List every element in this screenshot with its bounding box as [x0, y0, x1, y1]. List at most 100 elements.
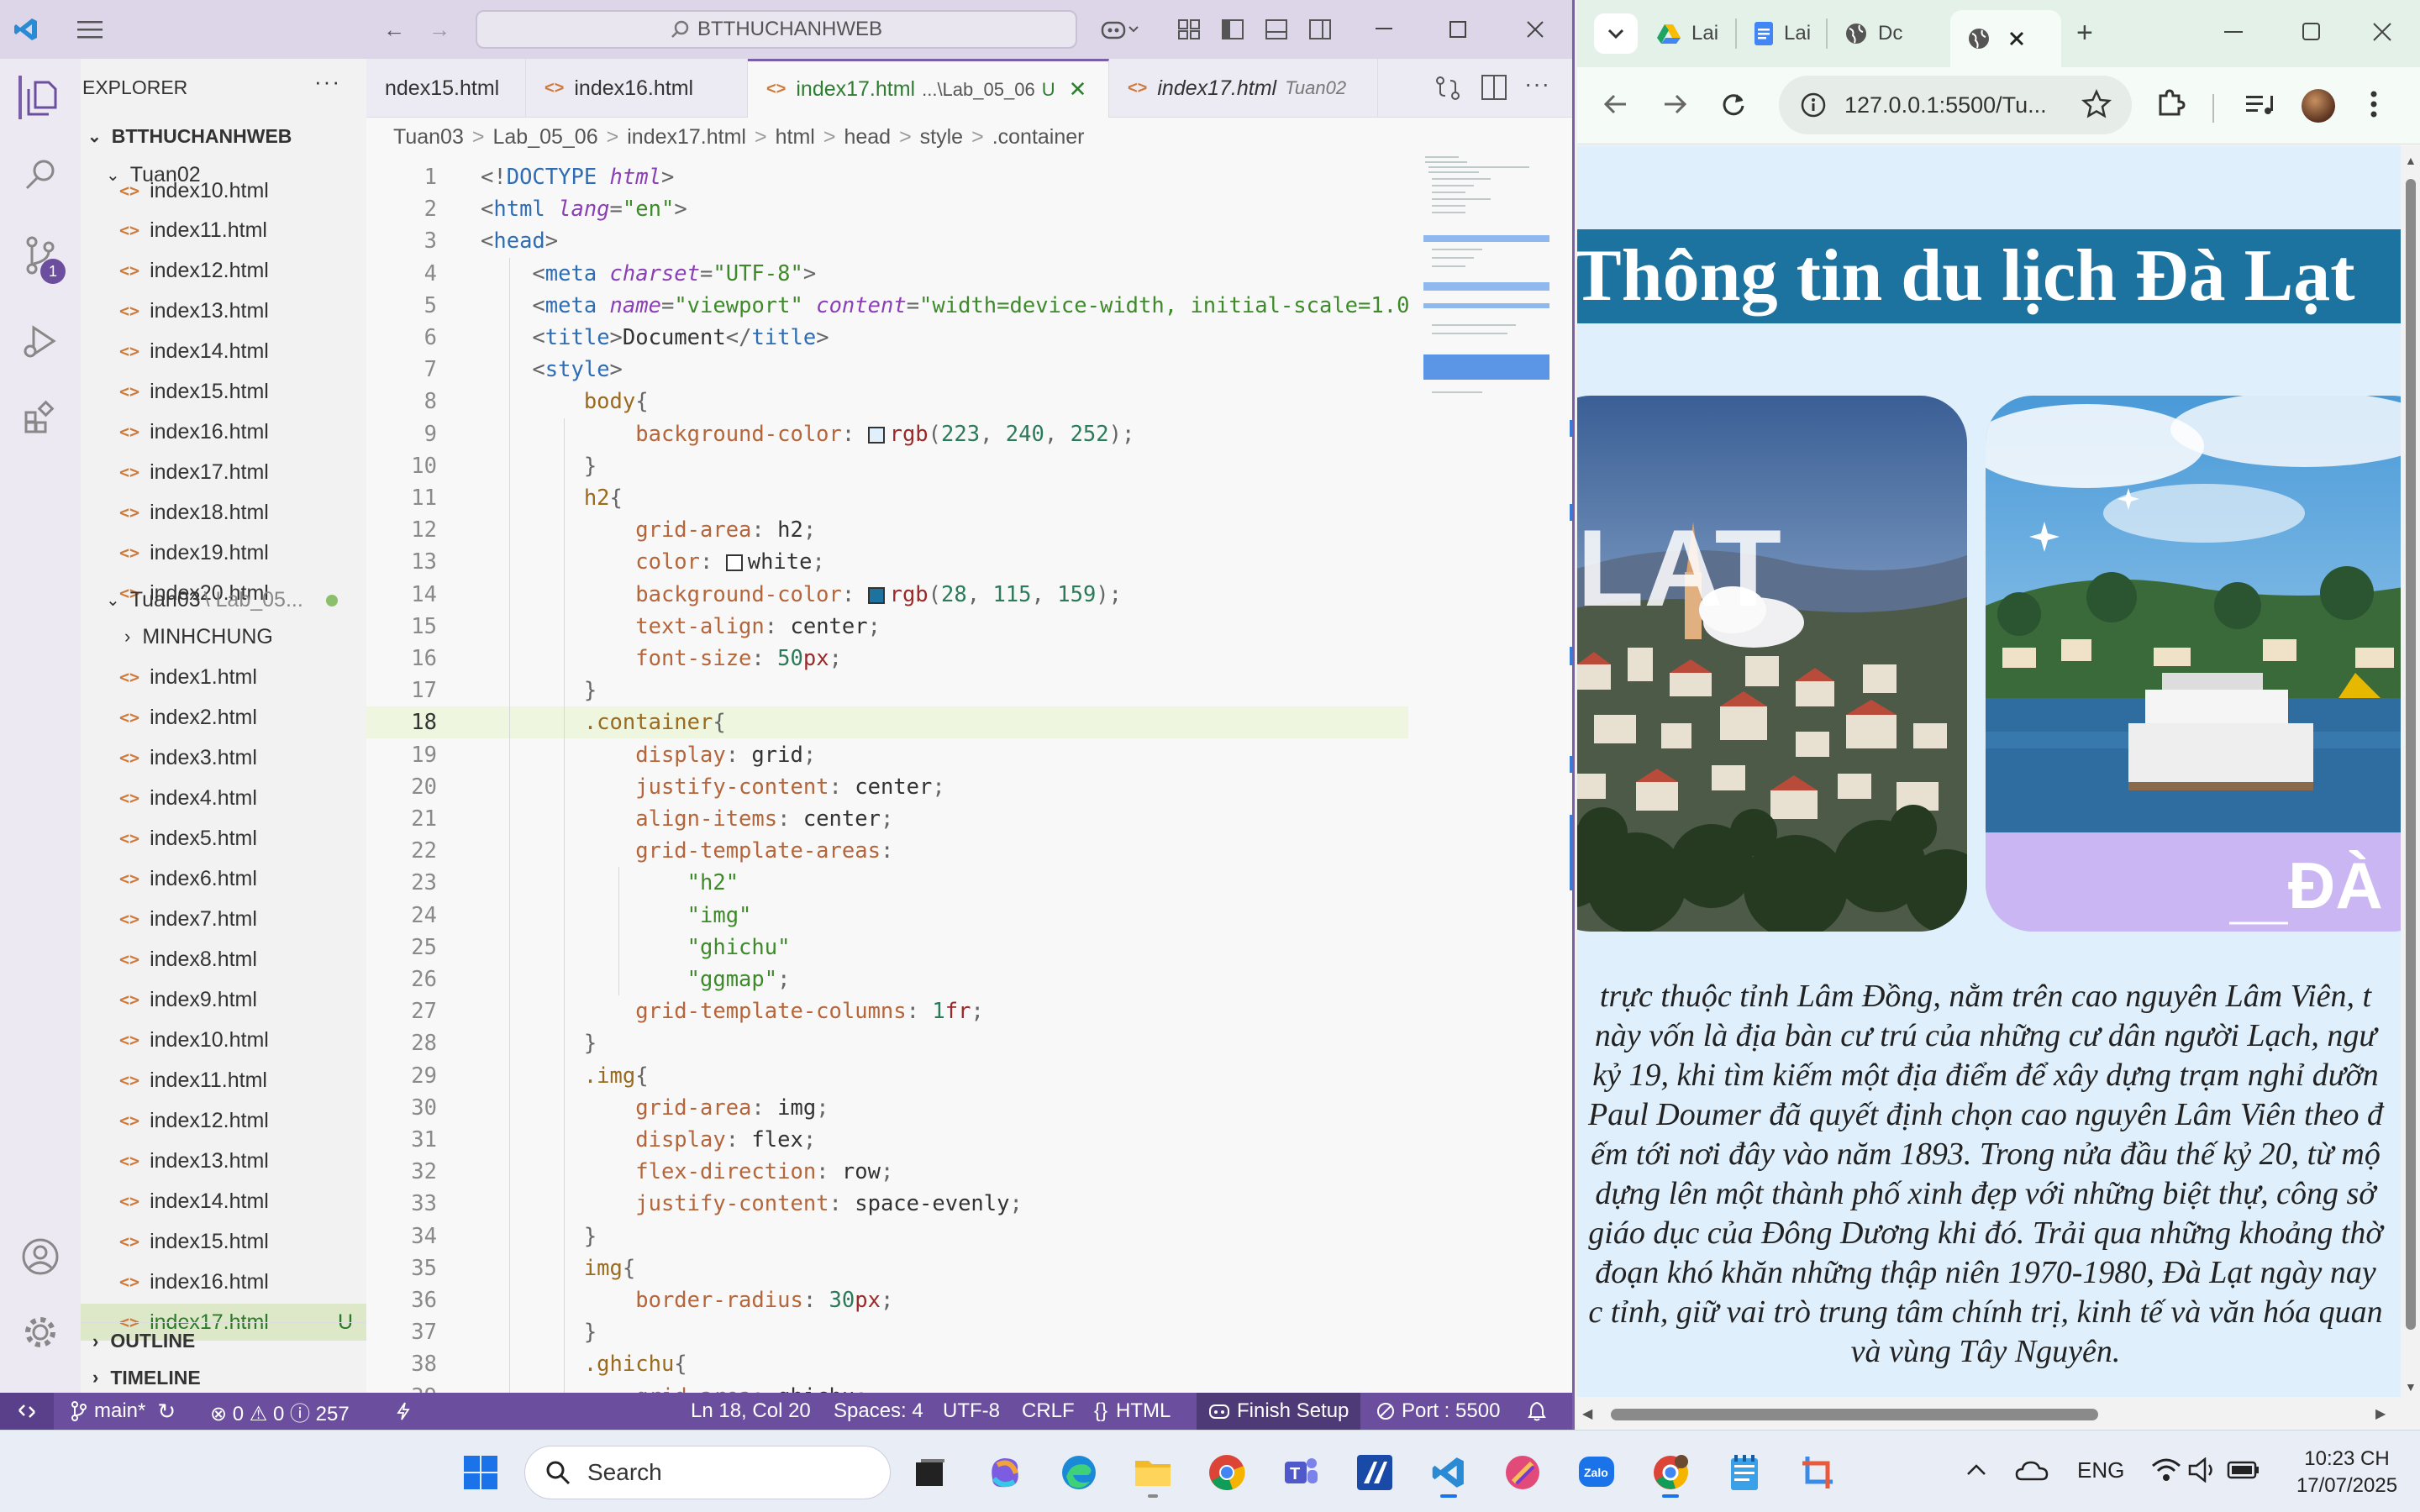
avatar[interactable] [2302, 89, 2335, 123]
file-item[interactable]: <> index8.html [81, 941, 366, 978]
taskbar-search-box[interactable]: Search [524, 1446, 891, 1499]
scroll-up-icon[interactable]: ▲ [2405, 154, 2417, 167]
code-line[interactable]: 21 align-items: center; [366, 803, 1408, 835]
close-tab-icon[interactable] [2009, 31, 2024, 46]
new-tab-icon[interactable]: + [2076, 17, 2093, 50]
code-line[interactable]: 38 .ghichu{ [366, 1348, 1408, 1380]
reload-icon[interactable] [1720, 91, 1747, 118]
code-line[interactable]: 12 grid-area: h2; [366, 514, 1408, 546]
address-bar[interactable]: 127.0.0.1:5500/Tu... [1779, 76, 2132, 134]
chrome-tab-1[interactable]: Lai [1656, 15, 1718, 52]
file-item[interactable]: <> index11.html [81, 1062, 366, 1099]
tab-index16[interactable]: <> index16.html [526, 59, 748, 118]
code-line[interactable]: 24 "img" [366, 900, 1408, 932]
language-mode[interactable]: {} HTML [1094, 1393, 1171, 1430]
file-explorer-icon[interactable] [1129, 1449, 1176, 1498]
chrome-tab-2[interactable]: Lai [1754, 15, 1811, 52]
toggle-panel-icon[interactable] [1262, 15, 1291, 44]
file-item[interactable]: <> index18.html [81, 494, 366, 531]
split-editor-icon[interactable] [1481, 74, 1507, 101]
scrollbar-thumb[interactable] [2406, 179, 2416, 1330]
file-item[interactable]: <> index1.html [81, 659, 366, 696]
horizontal-scrollbar[interactable]: ◀ ▶ [1577, 1397, 2420, 1430]
file-item[interactable]: <> index12.html [81, 1102, 366, 1139]
file-item[interactable]: <> index6.html [81, 860, 366, 897]
code-line[interactable]: 23 "h2" [366, 867, 1408, 899]
tab-index17-preview[interactable]: <> index17.html Tuan02 [1109, 59, 1378, 118]
code-line[interactable]: 5 <meta name="viewport" content="width=d… [366, 290, 1408, 322]
file-item[interactable]: <> index5.html [81, 820, 366, 857]
file-item[interactable]: <> index15.html [81, 373, 366, 410]
file-item[interactable]: <> index16.html [81, 1263, 366, 1300]
finish-setup-button[interactable]: Finish Setup [1197, 1393, 1361, 1430]
edge-icon[interactable] [1055, 1449, 1102, 1496]
customize-layout-icon[interactable] [1175, 15, 1203, 44]
battery-icon[interactable] [2227, 1459, 2260, 1481]
chevron-up-icon[interactable] [1966, 1462, 1986, 1476]
file-item[interactable]: <> index14.html [81, 1183, 366, 1220]
code-line[interactable]: 30 grid-area: img; [366, 1092, 1408, 1124]
notepad-icon[interactable] [1721, 1449, 1768, 1496]
code-line[interactable]: 1 <!DOCTYPE html> [366, 161, 1408, 193]
bookmark-star-icon[interactable] [2081, 89, 2112, 119]
vscode-taskbar-icon[interactable] [1425, 1449, 1472, 1498]
file-item[interactable]: <> index3.html [81, 739, 366, 776]
scroll-right-icon[interactable]: ▶ [2375, 1405, 2386, 1422]
extensions-icon[interactable] [18, 395, 62, 438]
chrome-menu-icon[interactable] [2370, 89, 2377, 119]
chrome-tab-active[interactable] [1950, 10, 2061, 67]
code-line[interactable]: 19 display: grid; [366, 739, 1408, 771]
code-line[interactable]: 16 font-size: 50px; [366, 643, 1408, 675]
breadcrumb-item[interactable]: Tuan03 [393, 125, 464, 150]
close-tab-icon[interactable]: ✕ [1069, 76, 1087, 102]
color-swatch-icon[interactable] [725, 554, 743, 572]
tab-search-icon[interactable] [1594, 13, 1638, 54]
search-icon[interactable] [18, 153, 62, 197]
back-arrow-icon[interactable] [1602, 91, 1629, 118]
minimize-icon[interactable] [2224, 18, 2244, 44]
live-server-port[interactable]: Port : 5500 [1376, 1393, 1500, 1430]
color-swatch-icon[interactable] [867, 586, 885, 604]
code-line[interactable]: 15 text-align: center; [366, 611, 1408, 643]
timeline-section[interactable]: › TIMELINE [81, 1359, 366, 1396]
file-item[interactable]: <> index2.html [81, 699, 366, 736]
code-line[interactable]: 25 "ghichu" [366, 932, 1408, 963]
chrome-tab-3[interactable]: Dc [1844, 15, 1902, 52]
maximize-icon[interactable] [2302, 22, 2322, 42]
file-item[interactable]: <> index13.html [81, 292, 366, 329]
file-item[interactable]: <> index9.html [81, 981, 366, 1018]
teams-icon[interactable]: T [1277, 1449, 1324, 1496]
scroll-down-icon[interactable]: ▼ [2405, 1380, 2417, 1394]
source-control-icon[interactable]: 1 [18, 234, 66, 284]
code-line[interactable]: 31 display: flex; [366, 1124, 1408, 1156]
maximize-icon[interactable] [1444, 15, 1472, 44]
scroll-left-icon[interactable]: ◀ [1582, 1405, 1592, 1422]
account-icon[interactable] [18, 1235, 62, 1278]
close-icon[interactable] [2372, 22, 2392, 42]
tab-index17-active[interactable]: <> index17.html ...\Lab_05_06 U ✕ [748, 59, 1109, 118]
file-item[interactable]: <> index4.html [81, 780, 366, 816]
tab-index15[interactable]: ndex15.html [366, 59, 526, 118]
file-item[interactable]: <> index10.html [81, 180, 366, 202]
h-scrollbar-thumb[interactable] [1611, 1409, 2098, 1420]
breadcrumb-item[interactable]: .container [992, 125, 1085, 150]
branch-status[interactable]: main* ↻ [71, 1393, 176, 1430]
root-folder-row[interactable]: ⌄ BTTHUCHANHWEB [81, 118, 366, 155]
file-item[interactable]: <> index17.html [81, 454, 366, 491]
code-line[interactable]: 6 <title>Document</title> [366, 322, 1408, 354]
file-item[interactable]: <> index15.html [81, 1223, 366, 1260]
minimap[interactable] [1420, 156, 1555, 492]
file-item[interactable]: <> index13.html [81, 1142, 366, 1179]
run-debug-icon[interactable] [18, 319, 62, 363]
problems-status[interactable]: ⊗ 0 ⚠ 0 ⓘ 257 [210, 1393, 350, 1430]
file-item[interactable]: <> index14.html [81, 333, 366, 370]
code-line[interactable]: 18 .container{ [366, 706, 1408, 739]
task-view-icon[interactable] [906, 1449, 953, 1496]
site-info-icon[interactable] [1801, 92, 1826, 118]
outline-section[interactable]: › OUTLINE [81, 1322, 366, 1359]
windows-start-icon[interactable] [457, 1449, 504, 1496]
cursor-position[interactable]: Ln 18, Col 20 [691, 1393, 811, 1430]
file-item[interactable]: <> index11.html [81, 212, 366, 249]
breadcrumb-item[interactable]: Lab_05_06 [492, 125, 597, 150]
color-swatch-icon[interactable] [867, 426, 885, 444]
